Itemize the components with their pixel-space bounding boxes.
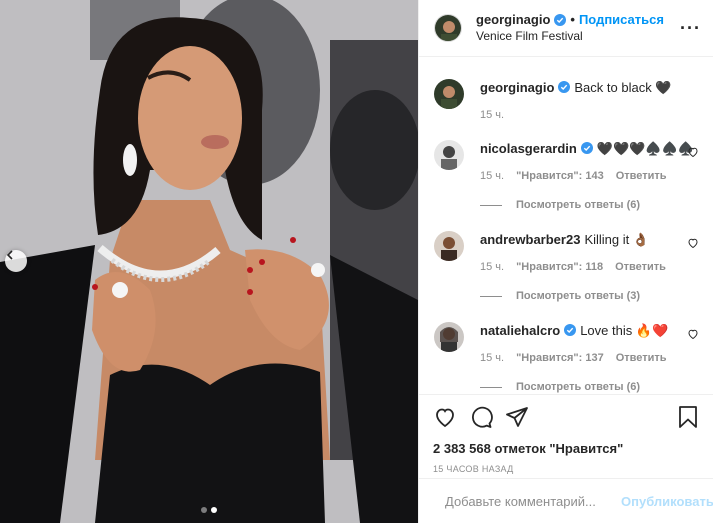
comment-text: Love this 🔥❤️ bbox=[580, 323, 669, 338]
heart-icon[interactable] bbox=[687, 146, 699, 158]
comment-time: 15 ч. bbox=[480, 261, 505, 273]
view-replies-label: Посмотреть ответы (6) bbox=[516, 199, 641, 211]
carousel-indicator bbox=[0, 507, 418, 513]
view-replies-label: Посмотреть ответы (3) bbox=[516, 290, 641, 302]
reply-button[interactable]: Ответить bbox=[615, 261, 666, 273]
view-replies-label: Посмотреть ответы (6) bbox=[516, 381, 641, 393]
caption-username[interactable]: georginagio bbox=[480, 80, 554, 95]
comment-likes[interactable]: "Нравится": 137 bbox=[516, 352, 604, 364]
comment-icon bbox=[472, 406, 493, 428]
caption-time: 15 ч. bbox=[480, 109, 505, 121]
share-button[interactable] bbox=[505, 405, 529, 429]
caption-text: Back to black 🖤 bbox=[574, 80, 672, 95]
replies-divider bbox=[480, 295, 502, 297]
comment-likes[interactable]: "Нравится": 143 bbox=[516, 170, 604, 182]
replies-divider bbox=[480, 386, 502, 388]
carousel-prev-button[interactable] bbox=[5, 250, 27, 272]
instagram-post: georginagio • Подписаться Venice Film Fe… bbox=[0, 0, 713, 523]
carousel-dot-active bbox=[211, 507, 217, 513]
comment-time: 15 ч. bbox=[480, 352, 505, 364]
comment-likes[interactable]: "Нравится": 118 bbox=[516, 261, 603, 273]
post-side-panel: georginagio • Подписаться Venice Film Fe… bbox=[418, 0, 713, 523]
comment-username[interactable]: andrewbarber23 bbox=[480, 232, 580, 247]
reply-button[interactable]: Ответить bbox=[616, 352, 667, 364]
save-button[interactable] bbox=[677, 405, 699, 429]
comment-item: nicolasgerardin 🖤🖤🖤♠️♠️♠️ 15 ч. "Нравится… bbox=[434, 140, 699, 182]
reply-button[interactable]: Ответить bbox=[616, 170, 667, 182]
post-actions: 2 383 568 отметок "Нравится" 15 ЧАСОВ НА… bbox=[419, 394, 713, 474]
comments-list[interactable]: georginagio Back to black 🖤 15 ч. nicolas… bbox=[419, 58, 713, 394]
comment-text: Killing it 👌🏾 bbox=[584, 232, 650, 247]
avatar[interactable] bbox=[434, 140, 464, 170]
avatar[interactable] bbox=[434, 14, 462, 42]
caption: georginagio Back to black 🖤 15 ч. bbox=[434, 79, 699, 121]
bookmark-icon bbox=[679, 406, 697, 428]
comment-input[interactable] bbox=[445, 493, 621, 509]
post-header: georginagio • Подписаться Venice Film Fe… bbox=[419, 0, 713, 57]
follow-button[interactable]: Подписаться bbox=[579, 12, 664, 28]
verified-icon bbox=[564, 324, 577, 336]
view-replies-button[interactable]: Посмотреть ответы (3) bbox=[480, 290, 640, 302]
chevron-left-icon bbox=[6, 250, 13, 260]
view-replies-button[interactable]: Посмотреть ответы (6) bbox=[480, 199, 640, 211]
comment-username[interactable]: nataliehalcro bbox=[480, 323, 560, 338]
avatar[interactable] bbox=[434, 79, 464, 109]
like-button[interactable] bbox=[433, 405, 457, 429]
header-separator: • bbox=[570, 12, 575, 27]
publish-button[interactable]: Опубликовать bbox=[621, 494, 713, 509]
header-username[interactable]: georginagio bbox=[476, 12, 550, 28]
header-text: georginagio • Подписаться Venice Film Fe… bbox=[476, 12, 664, 44]
share-icon bbox=[506, 407, 528, 427]
verified-icon bbox=[580, 142, 593, 154]
heart-icon bbox=[436, 408, 454, 428]
photo-illustration bbox=[0, 0, 418, 523]
comment-composer: Опубликовать bbox=[419, 478, 713, 523]
comment-username[interactable]: nicolasgerardin bbox=[480, 141, 577, 156]
comment-item: andrewbarber23 Killing it 👌🏾 15 ч. "Нрави… bbox=[434, 231, 699, 273]
avatar[interactable] bbox=[434, 231, 464, 261]
likes-count[interactable]: 2 383 568 отметок "Нравится" bbox=[433, 441, 699, 456]
replies-divider bbox=[480, 204, 502, 206]
verified-icon bbox=[554, 14, 567, 26]
post-photo[interactable] bbox=[0, 0, 418, 523]
comment-button[interactable] bbox=[469, 405, 493, 429]
avatar[interactable] bbox=[434, 322, 464, 352]
comment-item: nataliehalcro Love this 🔥❤️ 15 ч. "Нравит… bbox=[434, 322, 699, 364]
comment-text: 🖤🖤🖤♠️♠️♠️ bbox=[596, 141, 694, 156]
comment-time: 15 ч. bbox=[480, 170, 505, 182]
location-link[interactable]: Venice Film Festival bbox=[476, 28, 664, 44]
view-replies-button[interactable]: Посмотреть ответы (6) bbox=[480, 381, 640, 393]
post-date: 15 ЧАСОВ НАЗАД bbox=[433, 464, 514, 474]
heart-icon[interactable] bbox=[687, 328, 699, 340]
heart-icon[interactable] bbox=[687, 237, 699, 249]
verified-icon bbox=[558, 81, 571, 93]
carousel-dot bbox=[201, 507, 207, 513]
more-options-button[interactable]: ··· bbox=[680, 18, 701, 39]
